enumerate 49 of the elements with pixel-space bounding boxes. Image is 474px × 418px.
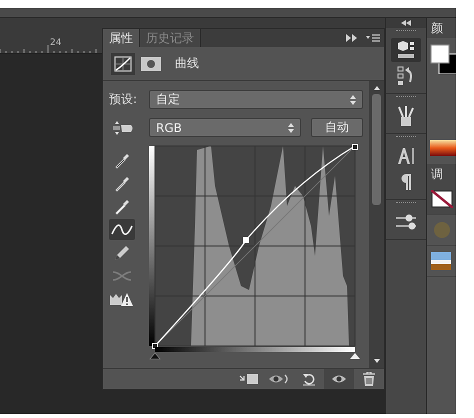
pencil-icon [113,244,131,262]
collapse-icon[interactable] [401,20,412,26]
scrollbar[interactable] [369,81,384,368]
sliders-icon [395,214,418,230]
panel-tab[interactable]: 属性 [103,29,140,47]
wave-icon [111,222,133,236]
no-color-swatch-icon[interactable] [431,190,454,208]
tool-button[interactable] [109,219,135,240]
adjustments-panel-tab[interactable]: 调 [427,164,456,184]
preset-dropdown[interactable]: 自定 [149,90,363,109]
visibility-button[interactable] [324,369,354,389]
color-swatches-icon[interactable] [430,44,456,74]
smooth-icon [112,268,132,282]
warning-icon [110,290,134,306]
eyedropper-icon [113,198,131,216]
dropdown-arrows-icon [350,94,356,104]
mask-icon[interactable] [139,54,163,72]
adjustment-title: 曲线 [175,55,199,72]
paragraph-icon [400,173,412,191]
highlight-point-handle[interactable] [352,144,358,150]
scroll-up-icon[interactable] [372,85,381,91]
clip-icon [239,373,260,385]
channel-dropdown[interactable]: RGB [149,118,301,137]
landscape-thumbnail-icon[interactable] [431,252,452,270]
highlight-slider-handle[interactable] [350,353,360,359]
cube-panel-button[interactable] [391,38,422,62]
color-ramp-icon[interactable] [430,140,456,156]
reset-icon [302,372,316,386]
expand-icon[interactable] [346,34,358,42]
eyedropper-icon [113,174,131,192]
color-panel-tab[interactable]: 颜 [427,18,456,38]
panel-tab[interactable]: 历史记录 [140,29,201,47]
brushes-icon [397,105,416,127]
shadow-slider-handle[interactable] [149,352,161,360]
eyedropper-icon [113,152,131,170]
scroll-down-icon[interactable] [372,358,381,364]
cube-icon [396,40,416,60]
eye-arrow-icon [268,373,290,385]
preset-label: 预设: [109,91,138,108]
eye-icon [331,374,348,384]
trash-icon [363,372,376,386]
character-icon [397,147,416,165]
panel-menu-icon[interactable] [366,34,380,42]
auto-button[interactable]: 自动 [311,118,363,137]
curves-icon[interactable] [111,52,135,74]
dropdown-arrows-icon [288,122,294,132]
scroll-thumb[interactable] [372,94,382,205]
ruler-label: 24 [50,38,62,48]
hand-icon[interactable] [113,120,135,136]
